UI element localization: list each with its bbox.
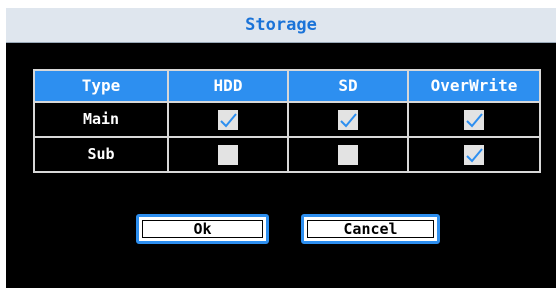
dialog-titlebar: Storage (6, 8, 556, 43)
screen-frame: Storage Type HDD SD OverWrite Main Sub O… (0, 0, 556, 288)
storage-table: Type HDD SD OverWrite Main Sub (33, 69, 541, 173)
row-sub-sd-cell (287, 136, 409, 173)
header-type: Type (33, 69, 169, 103)
storage-dialog: Storage Type HDD SD OverWrite Main Sub O… (6, 8, 556, 288)
table-row-main: Main (33, 101, 541, 138)
sub-overwrite-checkbox[interactable] (464, 144, 484, 165)
checkmark-icon (340, 112, 357, 127)
cancel-button-label: Cancel (343, 220, 398, 238)
table-header-row: Type HDD SD OverWrite (33, 69, 541, 103)
cancel-button[interactable]: Cancel (301, 214, 440, 244)
row-main-sd-cell (287, 101, 409, 138)
main-hdd-checkbox[interactable] (218, 109, 238, 130)
row-main-overwrite-cell (407, 101, 541, 138)
row-main-hdd-cell (167, 101, 289, 138)
ok-button[interactable]: Ok (136, 214, 269, 244)
checkmark-icon (220, 112, 237, 127)
checkmark-icon (466, 147, 483, 162)
table-row-sub: Sub (33, 136, 541, 173)
sub-hdd-checkbox[interactable] (218, 144, 238, 165)
main-sd-checkbox[interactable] (338, 109, 358, 130)
header-overwrite: OverWrite (407, 69, 541, 103)
ok-button-label: Ok (193, 220, 212, 238)
main-overwrite-checkbox[interactable] (464, 109, 484, 130)
sub-sd-checkbox[interactable] (338, 144, 358, 165)
checkmark-icon (466, 112, 483, 127)
row-sub-hdd-cell (167, 136, 289, 173)
header-sd: SD (287, 69, 409, 103)
header-overwrite-label: OverWrite (430, 76, 518, 95)
dialog-title: Storage (245, 15, 317, 35)
header-type-label: Type (81, 76, 121, 95)
ok-button-face: Ok (142, 220, 263, 238)
header-sd-label: SD (338, 76, 358, 95)
row-main-label: Main (82, 110, 120, 128)
row-sub-type: Sub (33, 136, 169, 173)
cancel-button-face: Cancel (307, 220, 434, 238)
header-hdd: HDD (167, 69, 289, 103)
row-main-type: Main (33, 101, 169, 138)
header-hdd-label: HDD (213, 76, 243, 95)
row-sub-overwrite-cell (407, 136, 541, 173)
row-sub-label: Sub (87, 145, 115, 163)
